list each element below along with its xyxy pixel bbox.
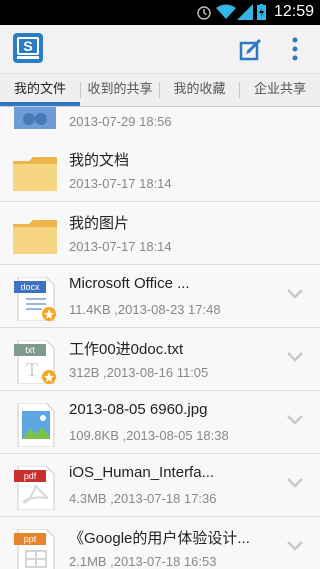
file-type-label: txt	[25, 345, 35, 355]
clock: 12:59	[273, 3, 314, 20]
alarm-icon	[197, 6, 211, 20]
shared-folder-icon	[14, 107, 56, 129]
tab-enterprise-shares[interactable]: 企业共享	[240, 74, 320, 106]
file-meta: 4.3MB ,2013-07-18 17:36	[69, 491, 217, 506]
overflow-menu-icon[interactable]	[290, 37, 300, 61]
file-row[interactable]: 我的图片 2013-07-17 18:14	[0, 202, 320, 265]
chevron-down-icon[interactable]	[286, 477, 304, 489]
file-meta: 312B ,2013-08-16 11:05	[69, 365, 209, 380]
image-icon	[17, 403, 55, 447]
svg-text:T: T	[26, 359, 38, 381]
file-row[interactable]: 2013-08-05 6960.jpg 109.8KB ,2013-08-05 …	[0, 391, 320, 454]
file-name: 工作00进0doc.txt	[69, 341, 184, 358]
file-name: 2013-08-05 6960.jpg	[69, 401, 208, 418]
active-tab-indicator	[0, 102, 80, 106]
file-type-label: pdf	[24, 471, 37, 481]
chevron-down-icon[interactable]	[286, 351, 304, 363]
file-row[interactable]: docx Microsoft Office ... 11.4KB ,2013-0…	[0, 265, 320, 328]
compose-icon[interactable]	[239, 37, 263, 61]
ppt-icon: ppt	[14, 529, 55, 569]
file-name: 我的文档	[69, 152, 130, 169]
txt-icon: txt T	[14, 340, 56, 384]
file-meta: 2.1MB ,2013-07-18 16:53	[69, 554, 217, 569]
file-meta: 11.4KB ,2013-08-23 17:48	[69, 302, 221, 317]
tab-label: 企业共享	[253, 82, 306, 97]
file-row[interactable]: 我的文档 2013-07-17 18:14	[0, 139, 320, 202]
file-row[interactable]: pdf iOS_Human_Interfa... 4.3MB ,2013-07-…	[0, 454, 320, 517]
file-type-label: docx	[20, 282, 40, 292]
battery-icon	[257, 4, 266, 20]
tab-favorites[interactable]: 我的收藏	[160, 74, 239, 106]
file-meta: 109.8KB ,2013-08-05 18:38	[69, 428, 229, 443]
chevron-down-icon[interactable]	[286, 288, 304, 300]
signal-icon	[237, 4, 253, 20]
app-logo-icon[interactable]: S	[13, 33, 43, 63]
file-meta: 2013-07-17 18:14	[69, 239, 172, 254]
file-list: 2013-07-29 18:56 我的文档 2013-07-17 18:14 我…	[0, 107, 320, 569]
status-bar: 12:59	[0, 0, 320, 25]
app-bar: S	[0, 25, 320, 74]
tab-my-files[interactable]: 我的文件	[0, 74, 80, 106]
chevron-down-icon[interactable]	[286, 414, 304, 426]
wifi-icon	[216, 4, 236, 19]
file-row[interactable]: ppt 《Google的用户体验设计... 2.1MB ,2013-07-18 …	[0, 517, 320, 569]
folder-icon	[13, 220, 57, 254]
tab-bar: 我的文件 收到的共享 我的收藏 企业共享	[0, 74, 320, 107]
file-type-label: ppt	[24, 534, 37, 544]
docx-icon: docx	[14, 277, 56, 321]
file-meta: 2013-07-29 18:56	[69, 114, 172, 129]
file-name: 我的图片	[69, 215, 130, 232]
file-name: Microsoft Office ...	[69, 275, 190, 292]
file-meta: 2013-07-17 18:14	[69, 176, 172, 191]
tab-label: 我的收藏	[173, 82, 226, 97]
file-name: 《Google的用户体验设计...	[69, 530, 250, 547]
pdf-icon: pdf	[14, 466, 55, 510]
chevron-down-icon[interactable]	[286, 540, 304, 552]
tab-received-shares[interactable]: 收到的共享	[81, 74, 159, 106]
folder-icon	[13, 157, 57, 191]
file-row[interactable]: txt T 工作00进0doc.txt 312B ,2013-08-16 11:…	[0, 328, 320, 391]
tab-label: 收到的共享	[87, 82, 153, 97]
file-name: iOS_Human_Interfa...	[69, 464, 215, 481]
file-row[interactable]: 2013-07-29 18:56	[0, 107, 320, 140]
tab-label: 我的文件	[13, 82, 66, 97]
